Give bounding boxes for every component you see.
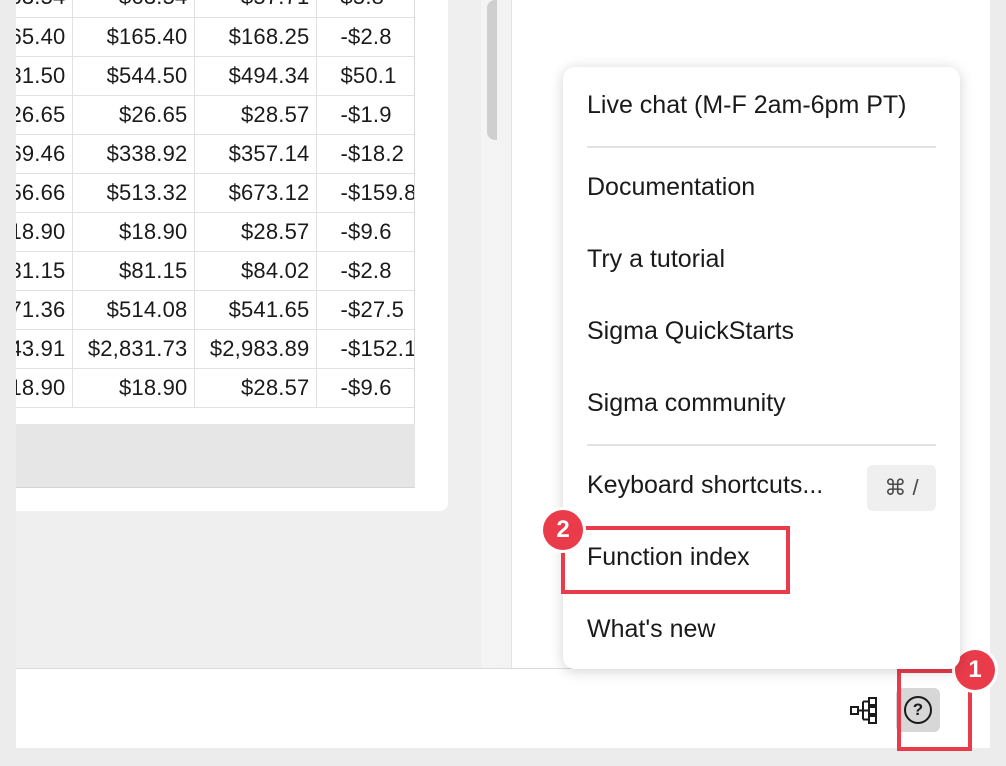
bottom-bar xyxy=(16,668,990,748)
table-area: 63.54$63.54$57.71$5.865.40$165.40$168.25… xyxy=(16,0,496,668)
table-cell[interactable]: 56.66 xyxy=(16,173,73,213)
menu-item-tutorial[interactable]: Try a tutorial xyxy=(587,245,725,274)
table-cell[interactable]: -$2.8 xyxy=(316,17,414,57)
lineage-button[interactable] xyxy=(847,693,883,729)
menu-item-keyboard-shortcuts[interactable]: Keyboard shortcuts... xyxy=(587,471,823,500)
table-cell[interactable]: $673.12 xyxy=(194,173,317,213)
lineage-icon xyxy=(850,697,877,724)
table-cell[interactable]: $5.8 xyxy=(316,0,414,18)
table-cell[interactable]: 26.65 xyxy=(16,95,73,135)
table-cell[interactable]: $541.65 xyxy=(194,290,317,330)
table-cell[interactable]: $57.71 xyxy=(194,0,317,18)
table-cell[interactable]: -$27.5 xyxy=(316,290,414,330)
table-cell[interactable]: $26.65 xyxy=(72,95,195,135)
table-cell[interactable]: 71.36 xyxy=(16,290,73,330)
table-cell[interactable]: 43.91 xyxy=(16,329,73,369)
table-cell[interactable]: $165.40 xyxy=(72,17,195,57)
table-cell[interactable]: $18.90 xyxy=(72,212,195,252)
table-cell[interactable]: $28.57 xyxy=(194,368,317,408)
table-cell[interactable]: -$9.6 xyxy=(316,212,414,252)
menu-item-whats-new[interactable]: What's new xyxy=(587,615,715,644)
menu-item-quickstarts[interactable]: Sigma QuickStarts xyxy=(587,317,794,346)
table-cell[interactable]: $2,983.89 xyxy=(194,329,317,369)
table-cell[interactable]: 18.90 xyxy=(16,368,73,408)
step-badge-2: 2 xyxy=(543,510,583,550)
table-cell[interactable]: $18.90 xyxy=(72,368,195,408)
menu-item-community[interactable]: Sigma community xyxy=(587,389,786,418)
menu-separator xyxy=(587,444,936,446)
keyboard-shortcut-key: ⌘ / xyxy=(867,465,936,511)
table-card: 63.54$63.54$57.71$5.865.40$165.40$168.25… xyxy=(16,0,448,511)
table-cell[interactable]: 63.54 xyxy=(16,0,73,18)
table-cell[interactable]: -$159.8 xyxy=(316,173,414,213)
table-cell[interactable]: $357.14 xyxy=(194,134,317,174)
table-cell[interactable]: $28.57 xyxy=(194,95,317,135)
table-cell[interactable]: $2,831.73 xyxy=(72,329,195,369)
table-grid: 63.54$63.54$57.71$5.865.40$165.40$168.25… xyxy=(16,0,414,408)
table-row: 18.90$18.90$28.57-$9.6 xyxy=(16,212,414,252)
table-cell[interactable]: $63.54 xyxy=(72,0,195,18)
table-row: 69.46$338.92$357.14-$18.2 xyxy=(16,134,414,174)
table-cell[interactable]: $81.15 xyxy=(72,251,195,291)
table-row: 26.65$26.65$28.57-$1.9 xyxy=(16,95,414,135)
table-cell[interactable]: 31.15 xyxy=(16,251,73,291)
table-cell[interactable]: $168.25 xyxy=(194,17,317,57)
table-row: 71.36$514.08$541.65-$27.5 xyxy=(16,290,414,330)
menu-separator xyxy=(587,146,936,148)
table-row: 65.40$165.40$168.25-$2.8 xyxy=(16,17,414,57)
data-table: 63.54$63.54$57.71$5.865.40$165.40$168.25… xyxy=(16,0,415,424)
table-cell[interactable]: $513.32 xyxy=(72,173,195,213)
menu-item-documentation[interactable]: Documentation xyxy=(587,173,755,202)
table-cell[interactable]: $514.08 xyxy=(72,290,195,330)
table-cell[interactable]: $338.92 xyxy=(72,134,195,174)
panel-divider[interactable] xyxy=(497,0,512,668)
step-badge-1: 1 xyxy=(955,650,995,690)
table-row: 18.90$18.90$28.57-$9.6 xyxy=(16,368,414,408)
table-cell[interactable]: -$2.8 xyxy=(316,251,414,291)
table-cell[interactable]: $494.34 xyxy=(194,56,317,96)
table-cell[interactable]: $28.57 xyxy=(194,212,317,252)
table-row: 63.54$63.54$57.71$5.8 xyxy=(16,0,414,18)
table-cell[interactable]: 65.40 xyxy=(16,17,73,57)
table-cell[interactable]: -$1.9 xyxy=(316,95,414,135)
table-footer xyxy=(16,424,415,488)
table-cell[interactable]: 69.46 xyxy=(16,134,73,174)
table-cell[interactable]: -$9.6 xyxy=(316,368,414,408)
table-row: 56.66$513.32$673.12-$159.8 xyxy=(16,173,414,213)
table-cell[interactable]: 18.90 xyxy=(16,212,73,252)
table-cell[interactable]: -$18.2 xyxy=(316,134,414,174)
table-cell[interactable]: $50.1 xyxy=(316,56,414,96)
table-row: 31.50$544.50$494.34$50.1 xyxy=(16,56,414,96)
highlight-function-index xyxy=(561,526,790,594)
table-cell[interactable]: 31.50 xyxy=(16,56,73,96)
table-row: 31.15$81.15$84.02-$2.8 xyxy=(16,251,414,291)
table-cell[interactable]: $544.50 xyxy=(72,56,195,96)
table-cell[interactable]: -$152.1 xyxy=(316,329,414,369)
table-row: 43.91$2,831.73$2,983.89-$152.1 xyxy=(16,329,414,369)
table-cell[interactable]: $84.02 xyxy=(194,251,317,291)
menu-item-live-chat[interactable]: Live chat (M-F 2am-6pm PT) xyxy=(587,91,907,120)
